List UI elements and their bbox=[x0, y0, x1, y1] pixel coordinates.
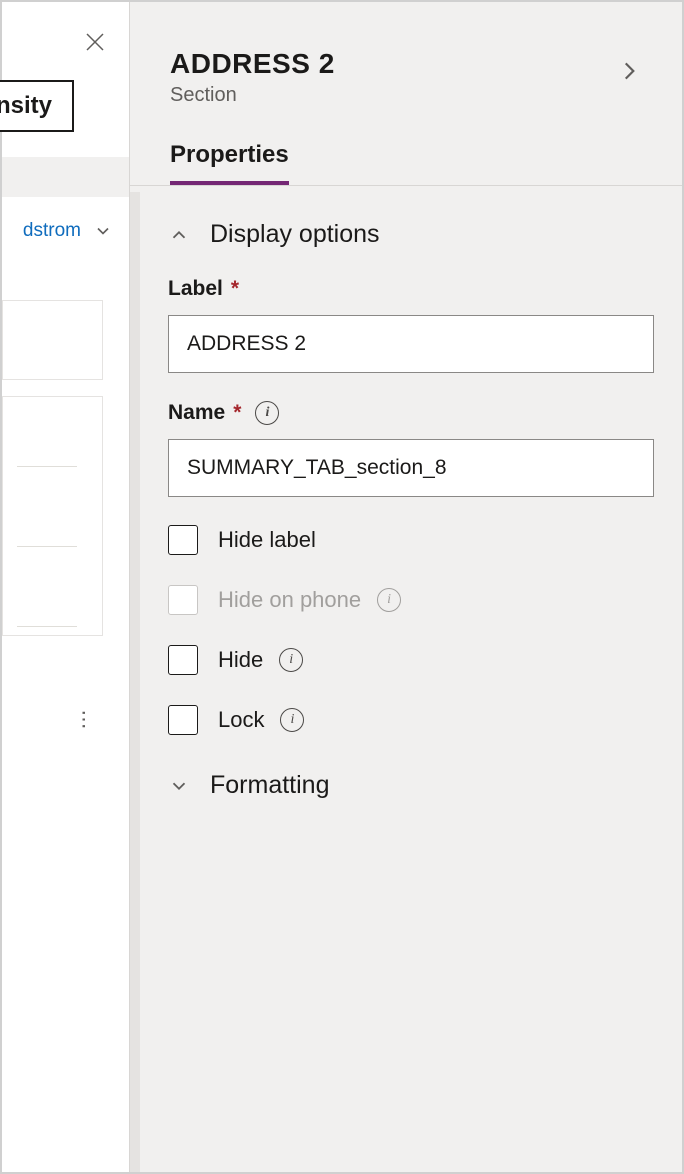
checkbox-hide-on-phone bbox=[168, 585, 198, 615]
label-text: Lock bbox=[218, 707, 264, 733]
field-label: Name * i bbox=[168, 401, 654, 425]
checkbox-row-hide-on-phone: Hide on phone i bbox=[168, 585, 654, 615]
field-label: Label * bbox=[168, 277, 654, 301]
tab-properties[interactable]: Properties bbox=[170, 141, 289, 185]
checkbox-lock[interactable] bbox=[168, 705, 198, 735]
properties-panel: ADDRESS 2 Section Properties Display opt… bbox=[130, 2, 682, 1172]
record-link-row[interactable]: dstrom bbox=[2, 202, 117, 260]
tabs-bar: Properties bbox=[130, 107, 682, 186]
info-icon[interactable]: i bbox=[280, 708, 304, 732]
section-toggle-display-options[interactable]: Display options bbox=[168, 220, 654, 249]
field-group-label: Label * bbox=[168, 277, 654, 373]
divider-strip bbox=[2, 157, 129, 197]
density-button[interactable]: nsity bbox=[0, 80, 74, 132]
field-group-name: Name * i bbox=[168, 401, 654, 497]
panel-header: ADDRESS 2 Section bbox=[130, 2, 682, 107]
canvas-area: dstrom ⋯ bbox=[2, 202, 117, 1172]
panel-subtitle: Section bbox=[170, 84, 335, 107]
checkbox-row-hide[interactable]: Hide i bbox=[168, 645, 654, 675]
info-icon[interactable]: i bbox=[279, 648, 303, 672]
section-title: Display options bbox=[210, 220, 380, 249]
section-title: Formatting bbox=[210, 771, 329, 800]
checkbox-hide[interactable] bbox=[168, 645, 198, 675]
label-text: Hide label bbox=[218, 527, 316, 553]
required-indicator: * bbox=[231, 277, 239, 301]
name-input[interactable] bbox=[168, 439, 654, 497]
label-text: Hide bbox=[218, 647, 263, 673]
section-display-options: Display options Label * Name * i Hide la… bbox=[130, 186, 682, 806]
chevron-up-icon bbox=[168, 224, 190, 246]
info-icon[interactable]: i bbox=[255, 401, 279, 425]
record-link[interactable]: dstrom bbox=[23, 220, 81, 242]
checkbox-row-lock[interactable]: Lock i bbox=[168, 705, 654, 735]
card-placeholder: ⋯ bbox=[2, 396, 103, 636]
checkbox-hide-label[interactable] bbox=[168, 525, 198, 555]
checkbox-label: Hide label bbox=[218, 527, 316, 553]
more-icon[interactable]: ⋯ bbox=[72, 710, 97, 730]
field-placeholder bbox=[17, 507, 77, 547]
checkbox-label: Hide i bbox=[218, 647, 303, 673]
label-input[interactable] bbox=[168, 315, 654, 373]
scrollbar[interactable] bbox=[130, 192, 140, 1172]
close-icon[interactable] bbox=[83, 30, 107, 54]
info-icon[interactable]: i bbox=[377, 588, 401, 612]
label-text: Hide on phone bbox=[218, 587, 361, 613]
field-placeholder bbox=[17, 587, 77, 627]
label-text: Label bbox=[168, 277, 223, 301]
checkbox-row-hide-label[interactable]: Hide label bbox=[168, 525, 654, 555]
chevron-down-icon bbox=[168, 775, 190, 797]
field-placeholder bbox=[17, 427, 77, 467]
section-toggle-formatting[interactable]: Formatting bbox=[168, 765, 654, 806]
label-text: Name bbox=[168, 401, 225, 425]
checkbox-label: Lock i bbox=[218, 707, 304, 733]
panel-title: ADDRESS 2 bbox=[170, 48, 335, 80]
checkbox-label: Hide on phone i bbox=[218, 587, 401, 613]
required-indicator: * bbox=[233, 401, 241, 425]
chevron-right-icon[interactable] bbox=[616, 58, 642, 84]
left-panel: nsity dstrom ⋯ bbox=[2, 2, 130, 1172]
card-placeholder bbox=[2, 300, 103, 380]
chevron-down-icon bbox=[93, 221, 113, 241]
